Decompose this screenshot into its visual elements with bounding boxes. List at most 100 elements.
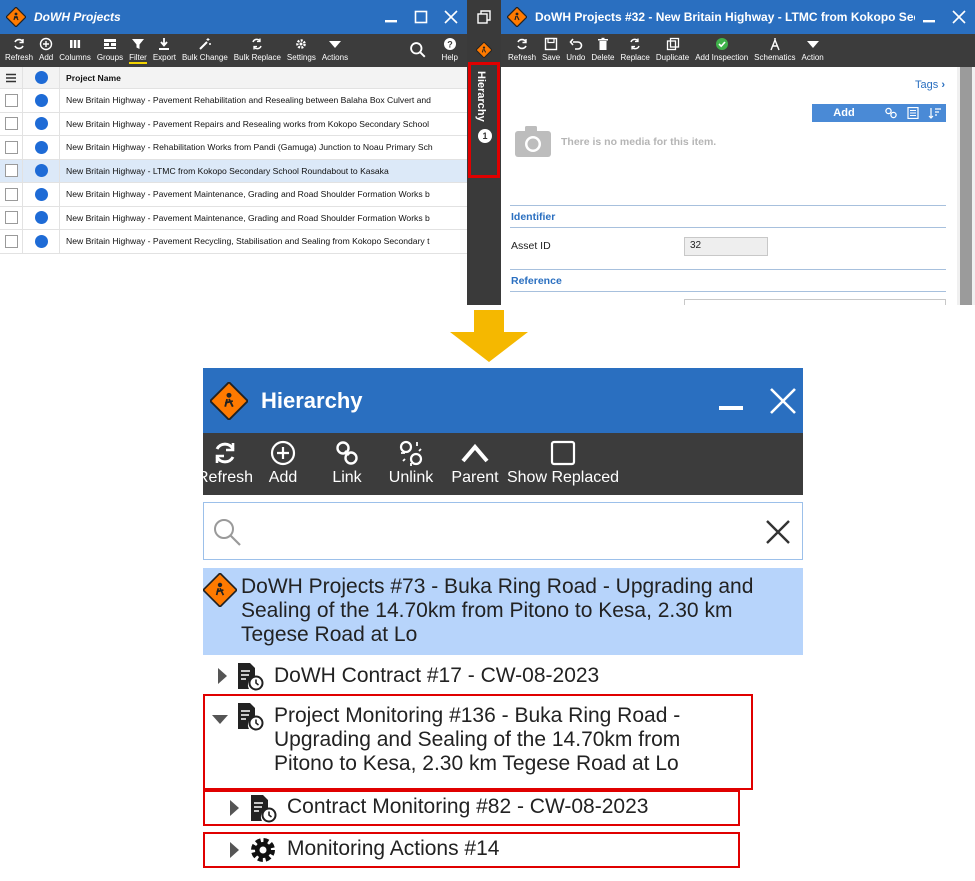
replace-icon bbox=[630, 38, 640, 50]
trash-icon bbox=[597, 37, 608, 50]
undo-button[interactable]: Undo bbox=[563, 34, 588, 62]
tree-node-contract[interactable]: DoWH Contract #17 - CW-08-2023 bbox=[203, 658, 803, 694]
caret-right-icon[interactable] bbox=[227, 799, 241, 817]
actions-button[interactable]: Actions bbox=[319, 34, 351, 62]
undo-icon bbox=[569, 38, 583, 50]
maximize-icon[interactable] bbox=[413, 9, 429, 25]
section-divider bbox=[510, 227, 946, 228]
roadwork-diamond-icon bbox=[6, 7, 26, 27]
row-project-name: New Britain Highway - Pavement Recycling… bbox=[66, 236, 430, 247]
caret-right-icon[interactable] bbox=[227, 841, 241, 859]
tags-link[interactable]: Tags › bbox=[915, 79, 945, 91]
menu-icon-cell[interactable] bbox=[0, 73, 22, 83]
refresh-button[interactable]: Refresh bbox=[203, 433, 253, 487]
media-add-button[interactable]: Add bbox=[812, 107, 876, 119]
help-button[interactable]: ? Help bbox=[439, 34, 461, 62]
save-button[interactable]: Save bbox=[539, 34, 563, 62]
tree-node-contract-monitoring-label: Contract Monitoring #82 - CW-08-2023 bbox=[287, 795, 649, 818]
close-icon[interactable] bbox=[769, 387, 797, 415]
detail-toolbar: Refresh Save Undo Delete Replace Duplica… bbox=[501, 34, 975, 67]
detail-title-bar: DoWH Projects #32 - New Britain Highway … bbox=[501, 0, 975, 34]
caret-down-icon bbox=[328, 41, 341, 48]
minimize-icon[interactable] bbox=[717, 387, 745, 415]
row-checkbox[interactable] bbox=[4, 187, 18, 201]
row-checkbox[interactable] bbox=[4, 140, 18, 154]
add-button[interactable]: Add bbox=[36, 34, 56, 62]
caret-right-icon[interactable] bbox=[215, 667, 229, 685]
bulk-change-button[interactable]: Bulk Change bbox=[179, 34, 231, 62]
row-checkbox[interactable] bbox=[4, 117, 18, 131]
tree-root-node[interactable]: DoWH Projects #73 - Buka Ring Road - Upg… bbox=[203, 568, 803, 655]
groups-button[interactable]: Groups bbox=[94, 34, 126, 62]
table-row[interactable]: New Britain Highway - Pavement Rehabilit… bbox=[0, 89, 467, 113]
table-row[interactable]: New Britain Highway - Pavement Recycling… bbox=[0, 230, 467, 254]
settings-button[interactable]: Settings bbox=[284, 34, 319, 62]
columns-button[interactable]: Columns bbox=[56, 34, 94, 62]
camera-icon bbox=[515, 126, 551, 157]
row-checkbox[interactable] bbox=[4, 211, 18, 225]
row-checkbox[interactable] bbox=[4, 93, 18, 107]
close-icon[interactable] bbox=[443, 9, 459, 25]
refresh-button[interactable]: Refresh bbox=[505, 34, 539, 62]
replace-button[interactable]: Replace bbox=[618, 34, 653, 62]
action-button[interactable]: Action bbox=[799, 34, 827, 62]
tree-node-contract-monitoring[interactable]: Contract Monitoring #82 - CW-08-2023 bbox=[203, 791, 740, 825]
close-icon[interactable] bbox=[951, 9, 967, 25]
section-divider bbox=[510, 269, 946, 270]
duplicate-button[interactable]: Duplicate bbox=[653, 34, 692, 62]
parent-button[interactable]: Parent bbox=[443, 433, 507, 487]
status-dot bbox=[34, 93, 48, 107]
clear-search-icon[interactable] bbox=[764, 518, 792, 546]
caret-down-icon[interactable] bbox=[211, 712, 229, 726]
table-row[interactable]: New Britain Highway - Rehabilitation Wor… bbox=[0, 136, 467, 160]
hierarchy-title-bar: Hierarchy bbox=[203, 368, 803, 433]
refresh-button[interactable]: Refresh bbox=[2, 34, 36, 62]
table-row[interactable]: New Britain Highway - LTMC from Kokopo S… bbox=[0, 159, 467, 183]
export-button[interactable]: Export bbox=[150, 34, 179, 62]
table-row[interactable]: New Britain Highway - Pavement Maintenan… bbox=[0, 183, 467, 207]
minimize-icon[interactable] bbox=[383, 9, 399, 25]
schematics-button[interactable]: Schematics bbox=[751, 34, 798, 62]
bulk-replace-button[interactable]: Bulk Replace bbox=[231, 34, 284, 62]
refresh-icon bbox=[14, 38, 24, 50]
document-clock-icon bbox=[251, 795, 277, 823]
hamburger-icon bbox=[6, 73, 16, 82]
status-dot bbox=[34, 117, 48, 131]
hierarchy-panel: Hierarchy Refresh Add Link Unlink bbox=[203, 368, 803, 881]
status-dot bbox=[34, 187, 48, 201]
sort-icon[interactable] bbox=[928, 107, 942, 119]
link-button[interactable]: Link bbox=[315, 433, 379, 487]
hierarchy-side-tab[interactable]: Hierarchy 1 bbox=[468, 62, 500, 178]
tree-node-project-monitoring[interactable]: Project Monitoring #136 - Buka Ring Road… bbox=[203, 698, 753, 788]
unlink-button[interactable]: Unlink bbox=[379, 433, 443, 487]
show-replaced-toggle[interactable]: Show Replaced bbox=[507, 433, 619, 487]
add-inspection-button[interactable]: Add Inspection bbox=[692, 34, 751, 62]
search-button[interactable] bbox=[406, 34, 429, 60]
filter-icon bbox=[131, 39, 144, 49]
detail-scrollbar[interactable] bbox=[957, 67, 975, 305]
row-checkbox[interactable] bbox=[4, 164, 18, 178]
minimize-icon[interactable] bbox=[921, 9, 937, 25]
delete-button[interactable]: Delete bbox=[588, 34, 617, 62]
scrollbar-thumb[interactable] bbox=[960, 67, 972, 305]
project-monitoring-line-3: Pitono to Kesa, 2.30 km Tegese Road at L… bbox=[274, 752, 679, 775]
chevron-right-icon: › bbox=[941, 79, 945, 91]
status-dot bbox=[34, 164, 48, 178]
row-status-cell bbox=[22, 206, 60, 229]
filter-button[interactable]: Filter bbox=[126, 34, 150, 64]
add-button[interactable]: Add bbox=[251, 433, 315, 487]
hierarchy-search-input[interactable] bbox=[254, 513, 734, 549]
reference-section-title: Reference bbox=[511, 275, 562, 287]
no-media-message: There is no media for this item. bbox=[561, 136, 717, 148]
list-view-icon[interactable] bbox=[906, 107, 920, 119]
reference-field[interactable] bbox=[684, 299, 946, 305]
projects-toolbar: Refresh Add Columns Groups Filter Export bbox=[0, 34, 467, 67]
table-row[interactable]: New Britain Highway - Pavement Repairs a… bbox=[0, 112, 467, 136]
row-checkbox[interactable] bbox=[4, 234, 18, 248]
tree-node-monitoring-actions[interactable]: Monitoring Actions #14 bbox=[203, 833, 740, 867]
table-row[interactable]: New Britain Highway - Pavement Maintenan… bbox=[0, 206, 467, 230]
restore-window-icon[interactable] bbox=[476, 9, 492, 25]
column-header-project-name[interactable]: Project Name bbox=[60, 73, 467, 83]
refresh-icon bbox=[517, 38, 527, 50]
link-icon[interactable] bbox=[884, 107, 898, 119]
